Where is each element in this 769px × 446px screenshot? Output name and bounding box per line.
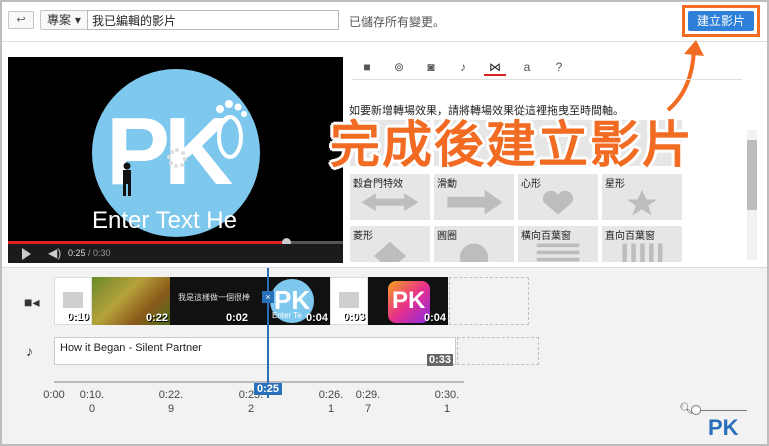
star-icon bbox=[626, 189, 658, 216]
diamond-icon bbox=[374, 241, 406, 262]
play-icon[interactable] bbox=[22, 248, 31, 260]
player-controls: ◀) 0:25 / 0:30 bbox=[8, 244, 343, 263]
timeline-clip[interactable]: 0:03 bbox=[330, 277, 368, 325]
project-label: 專案 bbox=[47, 13, 72, 27]
volume-icon[interactable]: ◀) bbox=[48, 246, 61, 260]
save-status: 已儲存所有變更。 bbox=[349, 15, 446, 29]
playhead[interactable] bbox=[267, 268, 269, 398]
transition-scrollbar[interactable] bbox=[747, 130, 757, 260]
loading-spinner-icon bbox=[167, 148, 187, 168]
timeline-clip[interactable]: 我是這樣做一個很棒 0:02 bbox=[170, 277, 250, 325]
heart-icon bbox=[542, 190, 574, 215]
transition-diamond[interactable]: 菱形 bbox=[350, 226, 430, 262]
create-video-button[interactable]: 建立影片 bbox=[688, 11, 754, 31]
transition-arrows[interactable]: 穀倉門特效 bbox=[350, 174, 430, 220]
caption-overlay: Enter Text He bbox=[92, 207, 237, 234]
scroll-thumb[interactable] bbox=[747, 140, 757, 210]
empty-clip-slot[interactable] bbox=[449, 277, 529, 325]
project-dropdown[interactable]: 專案 ▾ bbox=[40, 10, 88, 30]
transition-star[interactable]: 星形 bbox=[602, 174, 682, 220]
ruler-tick-label: 0:00 bbox=[43, 389, 65, 401]
chevron-down-icon: ▾ bbox=[74, 13, 81, 27]
top-toolbar: ↩ 專案 ▾ 我已編輯的影片 已儲存所有變更。 建立影片 bbox=[2, 2, 767, 42]
arrows-icon bbox=[361, 193, 419, 212]
v-blinds-icon bbox=[622, 243, 663, 262]
video-preview[interactable]: PK Enter Text He ◀) 0:25 / 0:30 bbox=[8, 57, 343, 263]
ruler-tick-label: 0:29. 7 bbox=[355, 389, 381, 415]
transition-heart[interactable]: 心形 bbox=[518, 174, 598, 220]
h-blinds-icon bbox=[536, 243, 580, 262]
music-note-icon: ♪ bbox=[26, 343, 33, 359]
tool-tabs: ■ ⊚ ◙ ♪ ⋈ a? bbox=[352, 54, 742, 80]
filter-icon[interactable]: ⊚ bbox=[388, 58, 410, 76]
callout-caption: 完成後建立影片 bbox=[330, 116, 694, 174]
camera-icon[interactable]: ◙ bbox=[420, 58, 442, 76]
transition-circle[interactable]: 圓圈 bbox=[434, 226, 514, 262]
playhead-time: 0:25 bbox=[254, 383, 283, 395]
video-icon[interactable]: ■ bbox=[356, 58, 378, 76]
ruler-tick-label: 0:30. 1 bbox=[434, 389, 460, 415]
timeline-clip[interactable]: PK 0:04 bbox=[368, 277, 448, 325]
create-video-highlight: 建立影片 bbox=[682, 5, 760, 37]
ruler-tick-label: 0:10. 0 bbox=[79, 389, 105, 415]
transition-v-blinds[interactable]: 直向百葉窗 bbox=[602, 226, 682, 262]
circle-icon bbox=[459, 243, 489, 262]
transition-icon[interactable]: ⋈ bbox=[484, 58, 506, 76]
timeline-clip[interactable]: 0:22 bbox=[92, 277, 170, 325]
person-silhouette-icon bbox=[123, 162, 131, 196]
timeline-panel: ■◂ ♪ 0:10 0:22 我是這樣做一個很棒 0:02 PK Enter Te… bbox=[2, 267, 767, 444]
editor-window: ↩ 專案 ▾ 我已編輯的影片 已儲存所有變更。 建立影片 PK Enter Te… bbox=[0, 0, 769, 446]
audio-title: How it Began - Silent Partner bbox=[60, 342, 202, 354]
ruler-tick-label: 0:26. 1 bbox=[318, 389, 344, 415]
transition-h-blinds[interactable]: 橫向百葉窗 bbox=[518, 226, 598, 262]
empty-audio-slot[interactable] bbox=[457, 337, 539, 365]
audio-duration: 0:33 bbox=[426, 354, 453, 366]
video-title-input[interactable]: 我已編輯的影片 bbox=[87, 10, 339, 30]
time-readout: 0:25 / 0:30 bbox=[68, 248, 111, 258]
timeline-clip[interactable]: 0:10 bbox=[54, 277, 92, 325]
back-button[interactable]: ↩ bbox=[8, 11, 34, 29]
video-track-icon: ■◂ bbox=[24, 294, 40, 310]
arrow-right-icon bbox=[447, 189, 503, 215]
back-arrow-icon: ↩ bbox=[16, 14, 26, 26]
zoom-handle[interactable] bbox=[691, 405, 701, 415]
close-icon[interactable]: × bbox=[262, 291, 274, 303]
audio-clip[interactable]: How it Began - Silent Partner 0:33 bbox=[54, 337, 456, 366]
transition-arrow-right[interactable]: 滑動 bbox=[434, 174, 514, 220]
ruler-tick-label: 0:22. 9 bbox=[158, 389, 184, 415]
text-icon[interactable]: a bbox=[516, 58, 538, 76]
music-icon[interactable]: ♪ bbox=[452, 58, 474, 76]
watermark-logo: PK bbox=[708, 415, 739, 440]
help-icon[interactable]: ? bbox=[548, 58, 570, 76]
